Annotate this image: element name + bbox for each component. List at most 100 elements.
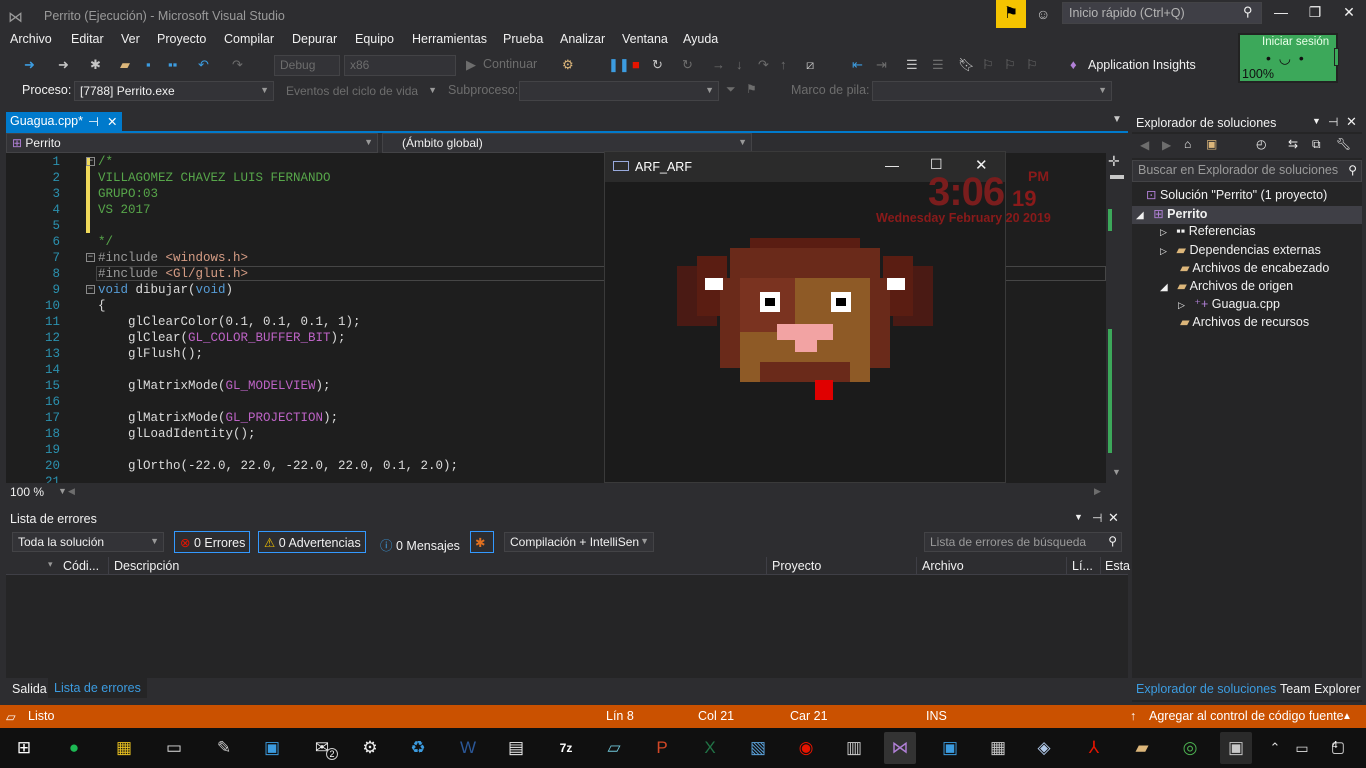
scroll-right-icon[interactable]: ▶ [1094,486,1101,497]
scroll-thumb-top[interactable] [1110,175,1124,179]
process-select[interactable]: [7788] Perrito.exe ▼ [74,81,274,101]
windows-start-icon[interactable]: ⊞ [8,732,40,764]
devices-icon[interactable]: ▥ [838,732,870,764]
menu-archivo[interactable]: Archivo [10,32,52,46]
lightbulb-icon[interactable]: ♦ [1070,57,1077,72]
forward-icon[interactable]: ▶ [1162,138,1171,152]
bookmark-icon[interactable]: 🔖︎ [958,57,975,73]
solution-search-input[interactable]: Buscar en Explorador de soluciones ⚲ [1132,160,1362,182]
tree-item-encabezado[interactable]: ▰ Archivos de encabezado [1180,260,1329,278]
console-app-icon[interactable]: ▦ [982,732,1014,764]
clear-bookmarks-icon[interactable]: ⚐ [1026,57,1038,73]
warnings-filter-button[interactable]: ⚠ 0 Advertencias [258,531,366,553]
editor-scrollbar[interactable]: ✛ ▼ [1106,153,1128,483]
code-line[interactable]: */ [98,235,113,249]
close-panel-icon[interactable]: ✕ [1346,114,1357,130]
switch-views-icon[interactable]: ▣ [1206,137,1217,151]
code-line[interactable]: glMatrixMode(GL_PROJECTION); [98,411,338,425]
menu-equipo[interactable]: Equipo [355,32,394,46]
new-project-icon[interactable]: ✱ [90,57,101,73]
back-icon[interactable]: ◀ [1140,138,1149,152]
search-icon[interactable]: ⚲ [1243,4,1253,20]
zoom-level[interactable]: 100 % [10,485,44,499]
step-icon[interactable]: → [712,57,725,72]
lifecycle-events-button[interactable]: Eventos del ciclo de vida ▼ [280,81,442,101]
code-line[interactable]: glClear(GL_COLOR_BUFFER_BIT); [98,331,346,345]
step-over-icon[interactable]: ↷ [758,57,769,73]
tab-team-explorer[interactable]: Team Explorer [1280,682,1361,696]
media-icon[interactable]: ◉ [790,732,822,764]
tab-lista-de-errores[interactable]: Lista de errores [48,678,147,698]
panel-menu-icon[interactable]: ▼ [1074,512,1083,522]
tab-solution-explorer[interactable]: Explorador de soluciones [1136,682,1276,696]
column-file[interactable]: Archivo [922,559,964,573]
flag-threads-icon[interactable]: ⚑ [746,82,757,96]
tab-guagua-cpp[interactable]: Guagua.cpp* ⊣ ✕ [6,112,122,131]
pin-icon[interactable]: ⊣ [88,114,99,129]
word-icon[interactable]: W [452,732,484,764]
tree-solution[interactable]: ⊡ Solución "Perrito" (1 proyecto) [1146,187,1327,205]
code-line[interactable]: glClearColor(0.1, 0.1, 0.1, 1); [98,315,361,329]
virtualbox-icon[interactable]: ◈ [1028,732,1060,764]
column-code[interactable]: Códi... [63,559,99,573]
stop-icon[interactable]: ■ [632,57,640,72]
save-icon[interactable]: ▪ [146,57,151,72]
close-button[interactable]: ✕ [1334,4,1364,21]
tree-item-referencias[interactable]: ▷ ▪▪ Referencias [1160,224,1255,242]
application-insights-button[interactable]: Application Insights [1088,58,1196,72]
menu-prueba[interactable]: Prueba [503,32,543,46]
error-search-input[interactable]: Lista de errores de búsqueda ⚲ [924,532,1122,552]
powerpoint-icon[interactable]: P [646,732,678,764]
close-tab-icon[interactable]: ✕ [107,114,117,129]
menu-herramientas[interactable]: Herramientas [412,32,487,46]
chevron-up-icon[interactable]: ▲ [1342,711,1352,722]
maximize-button[interactable]: ❐ [1300,4,1330,21]
column-divider[interactable] [916,557,917,575]
paint-icon[interactable]: ✎ [208,732,240,764]
column-divider[interactable] [108,557,109,575]
stack-frame-select[interactable]: ▼ [872,81,1112,101]
redo-icon[interactable]: ↷ [232,57,243,73]
project-select[interactable]: ⊞ Perrito ▼ [6,133,378,153]
open-folder-icon[interactable]: ▰ [120,57,130,73]
tree-item-dependencias[interactable]: ▷ ▰ Dependencias externas [1160,242,1321,260]
platform-select[interactable]: x86 [344,55,456,76]
tree-item-origen[interactable]: ◢ ▰ Archivos de origen [1160,278,1293,296]
split-icon[interactable]: ✛ [1108,153,1120,170]
continue-icon[interactable]: ▶ [466,57,476,73]
hot-reload-icon[interactable]: ↻ [682,57,693,73]
code-line[interactable]: VILLAGOMEZ CHAVEZ LUIS FERNANDO [98,171,331,185]
tree-item-recursos[interactable]: ▰ Archivos de recursos [1180,314,1309,332]
pin-icon[interactable]: ⊣ [1092,511,1102,525]
settings-icon[interactable]: ⚙ [354,732,386,764]
collapse-all-icon[interactable]: ⧉ [1312,137,1321,152]
close-panel-icon[interactable]: ✕ [1108,510,1119,526]
code-line[interactable]: glFlush(); [98,347,203,361]
tree-project[interactable]: ◢ ⊞ Perrito [1132,206,1362,224]
window-app-icon[interactable]: ▣ [934,732,966,764]
network-icon[interactable]: ▭ [1290,732,1314,764]
tree-item-guagua[interactable]: ▷ ⁺+ Guagua.cpp [1178,296,1280,314]
restart-icon[interactable]: ↻ [652,57,663,73]
code-line[interactable]: #include <windows.h> [98,251,248,265]
menu-ayuda[interactable]: Ayuda [683,32,718,46]
visual-studio-taskbar-icon[interactable]: ⋈ [884,732,916,764]
comment-icon[interactable]: ☰ [906,57,918,73]
scope-filter-select[interactable]: Toda la solución ▼ [12,532,164,552]
tab-list-dropdown-icon[interactable]: ▼ [1112,114,1122,125]
column-state[interactable]: Esta [1105,559,1130,573]
minimize-button[interactable]: — [1266,4,1296,20]
column-description[interactable]: Descripción [114,559,179,573]
code-line[interactable]: glMatrixMode(GL_MODELVIEW); [98,379,331,393]
column-project[interactable]: Proyecto [772,559,821,573]
fold-toggle-icon[interactable]: − [86,157,95,166]
column-line[interactable]: Lí... [1072,559,1093,573]
menu-proyecto[interactable]: Proyecto [157,32,206,46]
code-line[interactable]: glLoadIdentity(); [98,427,256,441]
menu-depurar[interactable]: Depurar [292,32,337,46]
build-source-select[interactable]: Compilación + IntelliSen ▼ [504,532,654,552]
step-into-icon[interactable]: ↓ [736,57,743,72]
code-line[interactable]: /* [98,155,113,169]
column-sort-icon[interactable]: ▾ [48,559,53,570]
scope-select[interactable]: (Ámbito global) ▼ [382,133,752,153]
